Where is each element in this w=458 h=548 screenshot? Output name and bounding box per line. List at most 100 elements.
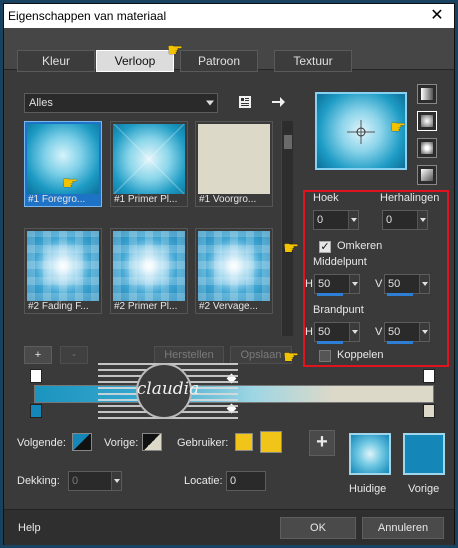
center-h-spin-arrow[interactable]	[349, 275, 359, 293]
color-stop-left[interactable]	[30, 404, 42, 418]
previous-label: Vorige:	[104, 437, 139, 449]
next-label: Volgende:	[17, 437, 66, 449]
focus-label: Brandpunt	[313, 304, 364, 316]
focus-h-slider[interactable]	[317, 341, 343, 344]
tab-bar: Kleur Verloop Patroon Textuur	[4, 28, 454, 72]
pointing-hand-icon: ☛	[283, 347, 300, 367]
add-stop-button[interactable]: +	[309, 430, 335, 456]
gradient-thumb-6[interactable]: #2 Vervage...	[195, 228, 273, 314]
sunburst-style-button[interactable]	[417, 138, 437, 158]
repeats-label: Herhalingen	[380, 192, 440, 204]
reverse-checkbox[interactable]: ✓	[319, 241, 331, 253]
gradient-thumb-image	[198, 124, 270, 194]
user-label: Gebruiker:	[177, 437, 229, 449]
reverse-label: Omkeren	[337, 240, 383, 252]
link-label: Koppelen	[337, 349, 384, 361]
focus-v-spin-arrow[interactable]	[419, 323, 429, 341]
gradient-thumb-label: #1 Foregro...	[28, 194, 86, 205]
location-value: 0	[230, 475, 237, 487]
focus-h-value: 50	[318, 326, 331, 338]
current-gradient-swatch[interactable]	[349, 433, 391, 475]
focus-h-label: H	[305, 326, 313, 338]
ok-button[interactable]: OK	[280, 517, 356, 539]
angle-input[interactable]: 0	[313, 210, 359, 230]
center-v-spin-arrow[interactable]	[419, 275, 429, 293]
radial-style-button[interactable]	[417, 165, 437, 185]
center-v-input[interactable]: 50	[384, 274, 430, 296]
gradient-thumb-image	[113, 124, 185, 194]
gradient-thumb-image	[27, 231, 99, 301]
pointing-hand-icon: ☛	[283, 238, 300, 258]
window-title: Eigenschappen van materiaal	[8, 9, 167, 23]
focus-h-input[interactable]: 50	[314, 322, 360, 344]
repeats-spin-arrow[interactable]	[417, 211, 427, 229]
center-v-value: 50	[388, 278, 401, 290]
add-preset-button[interactable]: +	[24, 346, 52, 364]
focus-v-input[interactable]: 50	[384, 322, 430, 344]
tab-kleur[interactable]: Kleur	[17, 50, 95, 72]
pointing-hand-icon: ☛	[167, 40, 184, 60]
opacity-spin-arrow[interactable]	[111, 472, 121, 490]
pointing-hand-icon: ☛	[390, 117, 407, 137]
opacity-label: Dekking:	[17, 475, 60, 487]
link-checkbox[interactable]	[319, 350, 331, 362]
focus-v-slider[interactable]	[387, 341, 413, 344]
center-h-input[interactable]: 50	[314, 274, 360, 296]
user-color-large-swatch[interactable]	[260, 431, 282, 453]
center-v-label: V	[375, 278, 383, 290]
gradient-thumb-label: #2 Fading F...	[28, 301, 89, 312]
repeats-input[interactable]: 0	[382, 210, 428, 230]
tab-patroon[interactable]: Patroon	[180, 50, 258, 72]
close-icon[interactable]: ✕	[428, 7, 446, 25]
tab-verloop[interactable]: Verloop	[96, 50, 174, 72]
linear-style-button[interactable]	[417, 84, 437, 104]
center-v-slider[interactable]	[387, 293, 413, 296]
material-properties-dialog: Eigenschappen van materiaal ✕ Kleur Verl…	[3, 3, 455, 545]
previous-color-swatch[interactable]	[142, 433, 162, 451]
user-color-swatch[interactable]	[235, 433, 253, 451]
gradient-thumb-label: #1 Voorgro...	[199, 194, 257, 205]
center-h-value: 50	[318, 278, 331, 290]
tab-textuur[interactable]: Textuur	[274, 50, 352, 72]
watermark-text: claudia	[136, 379, 200, 399]
gradient-thumb-label: #2 Primer Pl...	[114, 301, 178, 312]
gradient-thumb-5[interactable]: #2 Primer Pl...	[110, 228, 188, 314]
focus-h-spin-arrow[interactable]	[349, 323, 359, 341]
gradient-thumb-2[interactable]: #1 Primer Pl...	[110, 121, 188, 207]
arrow-right-icon[interactable]	[270, 94, 286, 110]
angle-value: 0	[317, 214, 324, 226]
gradient-thumb-1[interactable]: #1 Foregro...	[24, 121, 102, 207]
chevron-down-icon	[206, 100, 214, 106]
remove-preset-button[interactable]: -	[60, 346, 88, 364]
scrollbar-thumb[interactable]	[284, 135, 292, 149]
gradient-thumb-3[interactable]: #1 Voorgro...	[195, 121, 273, 207]
top-stop-right[interactable]	[423, 369, 435, 383]
library-icon[interactable]	[237, 94, 253, 110]
footer-bar: Help OK Annuleren	[4, 509, 454, 545]
cancel-button[interactable]: Annuleren	[362, 517, 444, 539]
previous-gradient-swatch[interactable]	[403, 433, 445, 475]
previous-swatch-label: Vorige	[408, 483, 440, 495]
gradient-list-scrollbar[interactable]	[281, 121, 293, 336]
title-bar: Eigenschappen van materiaal ✕	[4, 4, 454, 28]
help-link[interactable]: Help	[18, 522, 41, 534]
gradient-thumb-4[interactable]: #2 Fading F...	[24, 228, 102, 314]
repeats-value: 0	[386, 214, 393, 226]
angle-spin-arrow[interactable]	[348, 211, 358, 229]
color-stop-right[interactable]	[423, 404, 435, 418]
center-h-slider[interactable]	[317, 293, 343, 296]
center-label: Middelpunt	[313, 256, 367, 268]
rectangular-style-button[interactable]	[417, 111, 437, 131]
category-dropdown[interactable]: Alles	[24, 93, 218, 113]
angle-label: Hoek	[313, 192, 339, 204]
location-label: Locatie:	[184, 475, 223, 487]
crosshair-icon[interactable]	[347, 120, 375, 144]
opacity-input[interactable]: 0	[68, 471, 122, 491]
next-color-swatch[interactable]	[72, 433, 92, 451]
opacity-value: 0	[72, 475, 79, 487]
watermark: claudia	[98, 359, 238, 419]
location-input[interactable]: 0	[226, 471, 266, 491]
top-stop-left[interactable]	[30, 369, 42, 383]
category-selected: Alles	[29, 97, 53, 109]
gradient-thumb-image	[198, 231, 270, 301]
